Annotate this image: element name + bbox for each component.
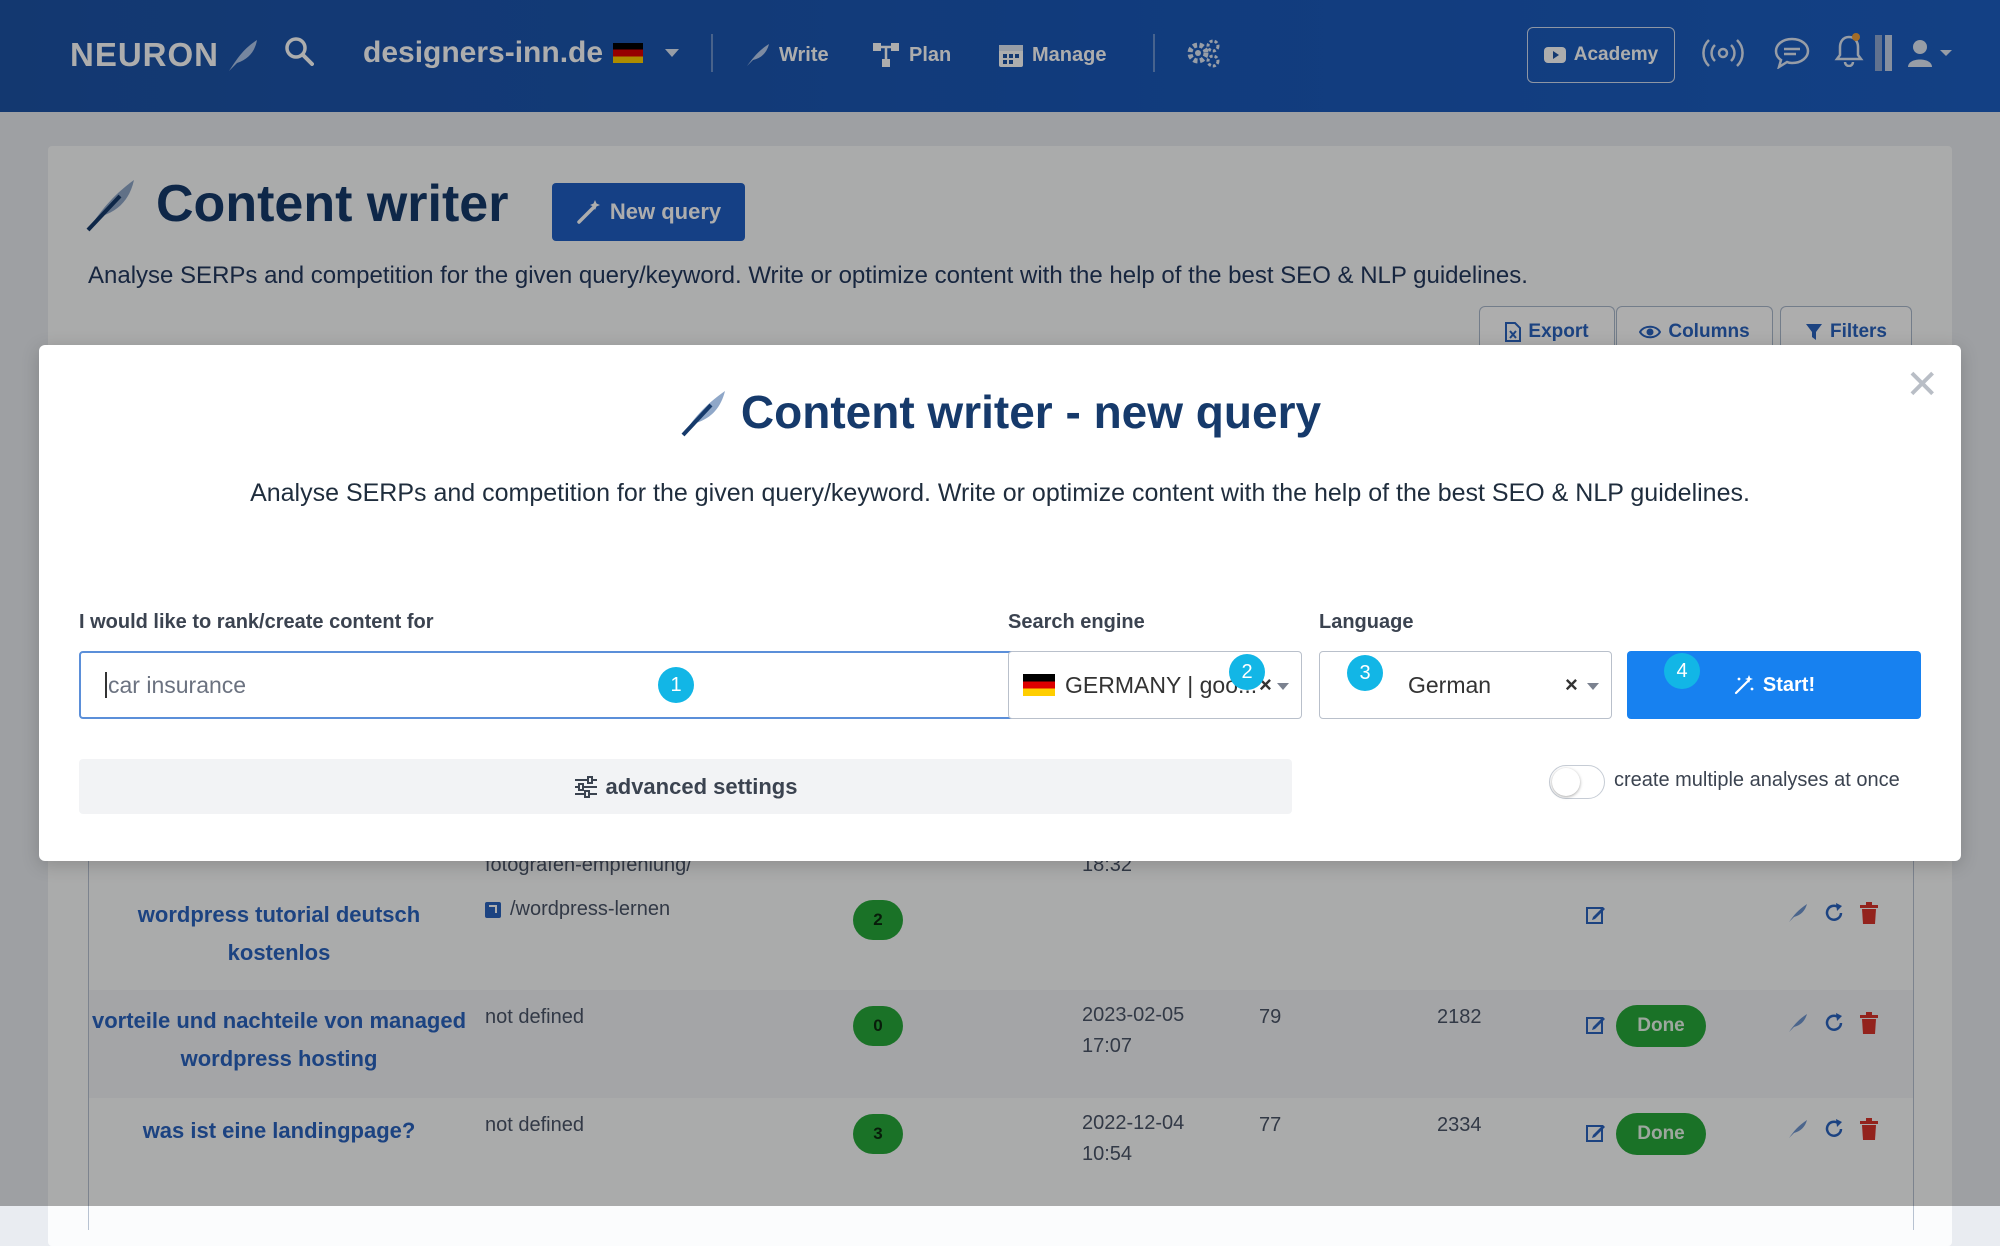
language-label: Language xyxy=(1319,611,1414,633)
new-query-modal: ✕ Content writer - new query Analyse SER… xyxy=(39,345,1961,861)
keyword-placeholder: car insurance xyxy=(108,671,247,698)
sliders-icon xyxy=(574,775,597,798)
multiple-analyses-label: create multiple analyses at once xyxy=(1614,769,1900,791)
search-engine-label: Search engine xyxy=(1008,611,1145,633)
keyword-input[interactable]: car insurance xyxy=(79,651,1031,719)
start-label: Start! xyxy=(1762,673,1816,696)
step-badge: 3 xyxy=(1347,655,1383,691)
advanced-settings-button[interactable]: advanced settings xyxy=(79,759,1292,814)
clear-icon[interactable]: × xyxy=(1565,672,1578,698)
toggle-knob xyxy=(1552,768,1580,796)
chevron-down-icon[interactable] xyxy=(1587,683,1599,690)
multiple-analyses-toggle[interactable] xyxy=(1549,765,1605,799)
step-badge: 4 xyxy=(1664,653,1700,689)
feather-icon xyxy=(681,391,725,437)
chevron-down-icon[interactable] xyxy=(1277,683,1289,690)
magic-wand-icon xyxy=(1734,675,1754,695)
language-value: German xyxy=(1408,671,1492,698)
keyword-label: I would like to rank/create content for xyxy=(79,611,434,633)
step-badge: 2 xyxy=(1229,654,1265,690)
advanced-settings-label: advanced settings xyxy=(605,773,798,799)
germany-flag-icon xyxy=(1023,674,1055,696)
modal-title-text: Content writer - new query xyxy=(740,386,1322,438)
step-badge: 1 xyxy=(658,667,694,703)
modal-title: Content writer - new query xyxy=(39,385,1961,439)
modal-description: Analyse SERPs and competition for the gi… xyxy=(250,479,1750,507)
text-cursor xyxy=(105,672,107,698)
